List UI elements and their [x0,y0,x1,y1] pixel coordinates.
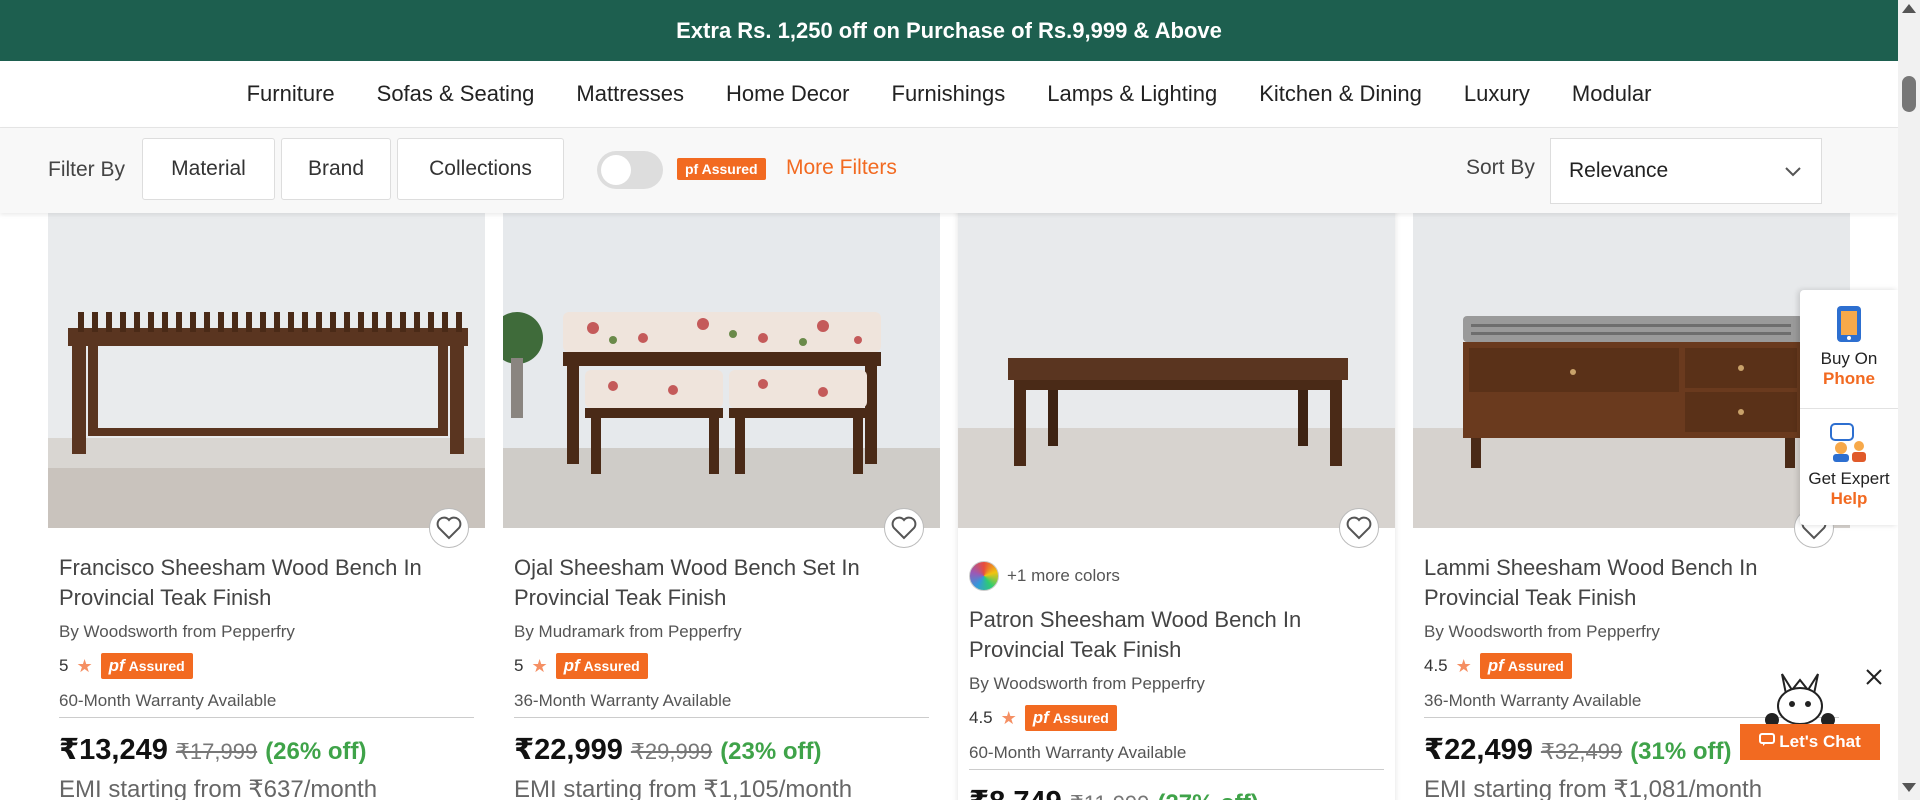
nav-item-furnishings[interactable]: Furnishings [892,81,1006,107]
scroll-up-arrow-icon[interactable] [1902,4,1916,13]
wishlist-heart-icon[interactable] [884,508,924,548]
product-mrp: ₹17,999 [175,739,258,764]
product-mrp: ₹11,999 [1070,791,1150,800]
product-mrp: ₹29,999 [630,739,713,764]
product-brand: By Woodsworth from Pepperfry [59,622,295,641]
warranty-text: 60-Month Warranty Available [969,743,1384,770]
chevron-down-icon [1783,161,1803,187]
sort-select[interactable]: Relevance [1550,138,1822,204]
product-price: ₹22,499 [1424,734,1533,766]
wishlist-heart-icon[interactable] [429,508,469,548]
product-card[interactable]: Francisco Sheesham Wood Bench In Provinc… [48,128,485,800]
product-discount: (31% off) [1630,738,1732,765]
nav-item-sofas-seating[interactable]: Sofas & Seating [377,81,535,107]
nav-item-mattresses[interactable]: Mattresses [576,81,684,107]
product-title[interactable]: Ojal Sheesham Wood Bench Set In Provinci… [514,553,929,613]
sort-value: Relevance [1569,159,1669,182]
page-scrollbar[interactable] [1898,0,1920,800]
nav-item-kitchen-dining[interactable]: Kitchen & Dining [1259,81,1422,107]
promo-text: Extra Rs. 1,250 off on Purchase of Rs.9,… [676,17,1222,43]
nav-item-luxury[interactable]: Luxury [1464,81,1530,107]
product-title[interactable]: Lammi Sheesham Wood Bench In Provincial … [1424,553,1839,613]
pf-assured-badge: pf Assured [100,653,193,679]
get-expert-help-button[interactable]: Get Expert Help [1800,420,1898,509]
product-rating: 4.5 [969,708,993,727]
pf-assured-badge: pf Assured [1024,705,1117,731]
buy-on-phone-button[interactable]: Buy On Phone [1800,304,1898,389]
product-rating: 5 [514,656,524,675]
chat-widget[interactable]: Let's Chat [1740,668,1880,760]
product-title[interactable]: Patron Sheesham Wood Bench In Provincial… [969,605,1384,665]
phone-icon [1800,304,1898,349]
product-brand: By Woodsworth from Pepperfry [1424,622,1660,641]
more-filters-link[interactable]: More Filters [786,156,897,180]
lets-chat-button[interactable]: Let's Chat [1740,724,1880,760]
side-help-panel: Buy On Phone Get Expert Help [1800,290,1898,525]
star-icon: ★ [1000,707,1017,728]
main-nav: Furniture Sofas & Seating Mattresses Hom… [0,61,1898,128]
filter-bar: Filter By Material Brand Collections pf … [0,128,1898,213]
promo-banner[interactable]: Extra Rs. 1,250 off on Purchase of Rs.9,… [0,0,1898,61]
sort-by-label: Sort By [1466,156,1535,179]
warranty-text: 36-Month Warranty Available [514,691,929,718]
chat-close-icon[interactable] [1862,665,1886,689]
product-price: ₹22,999 [514,734,623,766]
filter-collections-button[interactable]: Collections [397,138,564,200]
pf-assured-badge: pf Assured [555,653,648,679]
color-swatch-icon[interactable] [969,561,999,591]
star-icon: ★ [1455,655,1472,676]
product-brand: By Mudramark from Pepperfry [514,622,742,641]
product-card[interactable]: Ojal Sheesham Wood Bench Set In Provinci… [503,128,940,800]
emi-text: EMI starting from ₹1,081/month [1424,776,1763,800]
emi-text: EMI starting from ₹1,105/month [514,776,853,800]
product-rating: 4.5 [1424,656,1448,675]
product-price: ₹13,249 [59,734,168,766]
warranty-text: 60-Month Warranty Available [59,691,474,718]
filter-by-label: Filter By [48,158,126,181]
product-rating: 5 [59,656,69,675]
product-grid: Francisco Sheesham Wood Bench In Provinc… [0,128,1898,800]
star-icon: ★ [531,655,548,676]
product-discount: (27% off) [1157,790,1258,800]
product-discount: (26% off) [265,738,367,765]
product-brand: By Woodsworth from Pepperfry [969,674,1205,693]
more-colors-text[interactable]: +1 more colors [1007,566,1120,586]
pf-assured-badge: pf Assured [1479,653,1572,679]
wishlist-heart-icon[interactable] [1339,508,1379,548]
emi-text: EMI starting from ₹637/month [59,776,378,800]
nav-item-lamps-lighting[interactable]: Lamps & Lighting [1047,81,1217,107]
scroll-thumb[interactable] [1902,76,1916,112]
expert-chat-icon [1800,420,1898,469]
product-card[interactable]: +1 more colors Patron Sheesham Wood Benc… [958,128,1395,800]
product-price: ₹8,749 [969,784,1062,800]
nav-item-modular[interactable]: Modular [1572,81,1651,107]
filter-brand-button[interactable]: Brand [281,138,391,200]
star-icon: ★ [76,655,93,676]
nav-item-home-decor[interactable]: Home Decor [726,81,849,107]
filter-material-button[interactable]: Material [142,138,275,200]
pf-assured-filter-badge: pf Assured [677,158,766,180]
chat-bubble-icon [1759,732,1776,752]
product-mrp: ₹32,499 [1540,739,1623,764]
product-discount: (23% off) [720,738,822,765]
pf-assured-toggle[interactable] [597,151,663,189]
product-title[interactable]: Francisco Sheesham Wood Bench In Provinc… [59,553,474,613]
scroll-down-arrow-icon[interactable] [1902,783,1916,792]
zebra-mascot-icon [1765,673,1835,727]
nav-item-furniture[interactable]: Furniture [247,81,335,107]
